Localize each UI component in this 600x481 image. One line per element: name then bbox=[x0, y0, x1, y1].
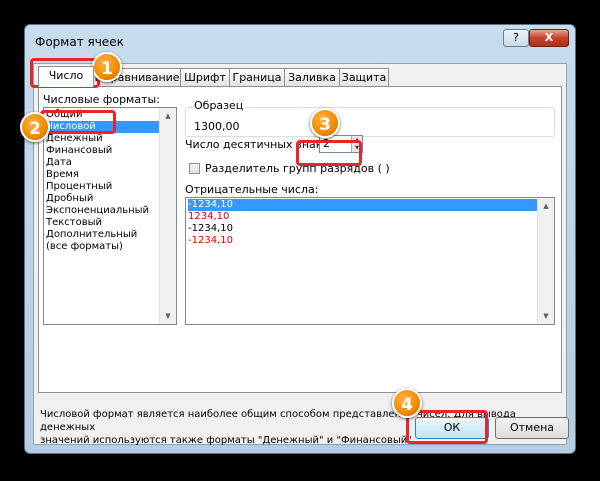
format-cells-dialog: Формат ячеек ? X Число Выравнивание Шриф… bbox=[24, 24, 576, 454]
list-item[interactable]: Время bbox=[46, 169, 79, 181]
sample-group: Образец 1300,00 bbox=[185, 99, 555, 137]
tab-protection[interactable]: Защита bbox=[339, 68, 389, 86]
step-badge-2: 2 bbox=[20, 112, 50, 142]
sample-label: Образец bbox=[192, 99, 246, 112]
highlight-ok bbox=[406, 410, 488, 444]
list-item[interactable]: (все форматы) bbox=[46, 241, 123, 253]
sample-value: 1300,00 bbox=[194, 120, 240, 133]
step-badge-3: 3 bbox=[310, 108, 340, 138]
help-button[interactable]: ? bbox=[503, 29, 529, 47]
list-item[interactable]: -1234,10 bbox=[188, 223, 233, 235]
step-badge-4: 4 bbox=[392, 388, 422, 418]
tab-fill[interactable]: Заливка bbox=[284, 68, 340, 86]
separator-checkbox[interactable] bbox=[189, 163, 200, 174]
list-item[interactable]: -1234,10 bbox=[188, 199, 538, 211]
list-item[interactable]: Текстовый bbox=[46, 217, 102, 229]
list-item[interactable]: -1234,10 bbox=[188, 235, 233, 247]
list-item[interactable]: Финансовый bbox=[46, 145, 112, 157]
scroll-up-icon[interactable]: ▲ bbox=[538, 198, 554, 214]
tab-font[interactable]: Шрифт bbox=[180, 68, 230, 86]
scroll-down-icon[interactable]: ▼ bbox=[160, 308, 176, 324]
highlight-format bbox=[40, 110, 116, 134]
list-item[interactable]: Дробный bbox=[46, 193, 93, 205]
tab-border[interactable]: Граница bbox=[229, 68, 285, 86]
step-badge-1: 1 bbox=[92, 52, 122, 82]
negative-label: Отрицательные числа: bbox=[185, 183, 319, 196]
list-item[interactable]: Дата bbox=[46, 157, 72, 169]
close-button[interactable]: X bbox=[529, 29, 569, 47]
scroll-up-icon[interactable]: ▲ bbox=[160, 108, 176, 124]
formats-label: Числовые форматы: bbox=[43, 93, 160, 106]
negative-list[interactable]: -1234,10 1234,10 -1234,10 -1234,10 ▲ ▼ bbox=[185, 197, 555, 325]
list-item[interactable]: 1234,10 bbox=[188, 211, 229, 223]
list-item[interactable]: Дополнительный bbox=[46, 229, 137, 241]
negative-scrollbar[interactable]: ▲ ▼ bbox=[537, 198, 554, 324]
list-item[interactable]: Экспоненциальный bbox=[46, 205, 149, 217]
formats-scrollbar[interactable]: ▲ ▼ bbox=[159, 108, 176, 324]
tab-panel-number: Числовые форматы: Общий Числовой Денежны… bbox=[38, 86, 562, 393]
scroll-down-icon[interactable]: ▼ bbox=[538, 308, 554, 324]
list-item[interactable]: Процентный bbox=[46, 181, 112, 193]
cancel-button[interactable]: Отмена bbox=[495, 417, 569, 439]
formats-list[interactable]: Общий Числовой Денежный Финансовый Дата … bbox=[43, 107, 177, 325]
highlight-decimals bbox=[296, 140, 362, 166]
list-item[interactable]: Денежный bbox=[46, 133, 103, 145]
tab-number[interactable]: Число bbox=[38, 66, 94, 87]
